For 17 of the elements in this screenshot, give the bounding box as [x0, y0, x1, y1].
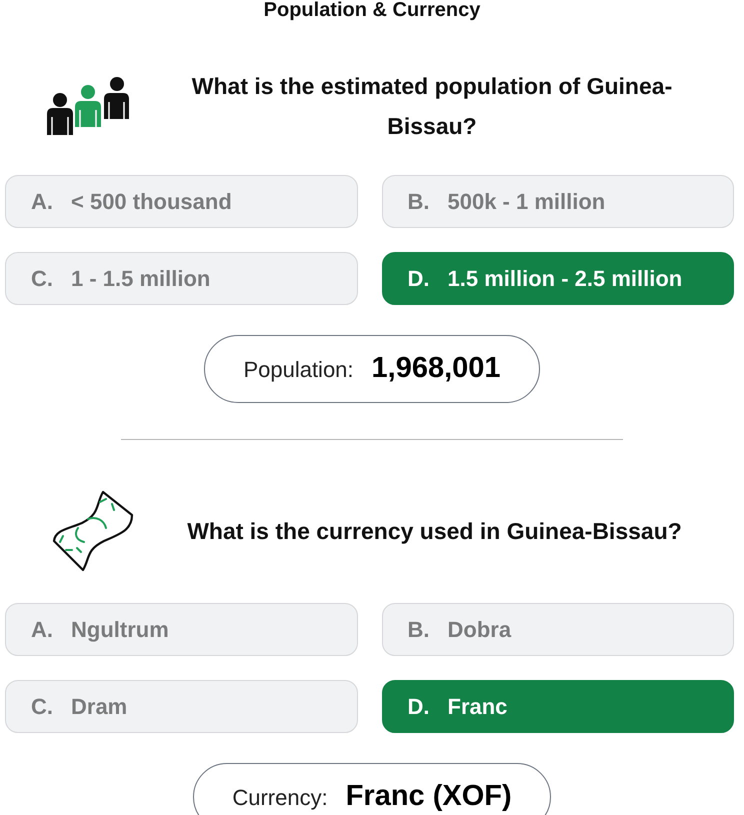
- answer-option[interactable]: C. 1 - 1.5 million: [5, 252, 358, 305]
- answer-option[interactable]: A. < 500 thousand: [5, 175, 358, 228]
- answer-option[interactable]: A. Ngultrum: [5, 603, 358, 656]
- answer-option[interactable]: D. Franc: [382, 680, 734, 733]
- answer-value: 1,968,001: [372, 351, 501, 386]
- people-icon: [45, 77, 130, 135]
- answer-label: Population:: [243, 356, 354, 384]
- answer-label: Currency:: [232, 784, 328, 812]
- answer-value: Franc (XOF): [346, 779, 512, 814]
- question-text: What is the estimated population of Guinea-Bissau?: [190, 72, 674, 141]
- banknote-icon: [52, 490, 134, 572]
- page-title: Population & Currency: [264, 0, 480, 20]
- answer-option[interactable]: B. 500k - 1 million: [382, 175, 734, 228]
- answer-option[interactable]: B. Dobra: [382, 603, 734, 656]
- answer-option[interactable]: D. 1.5 million - 2.5 million: [382, 252, 734, 305]
- answer-option[interactable]: C. Dram: [5, 680, 358, 733]
- question-text: What is the currency used in Guinea-Bissau?: [187, 517, 682, 546]
